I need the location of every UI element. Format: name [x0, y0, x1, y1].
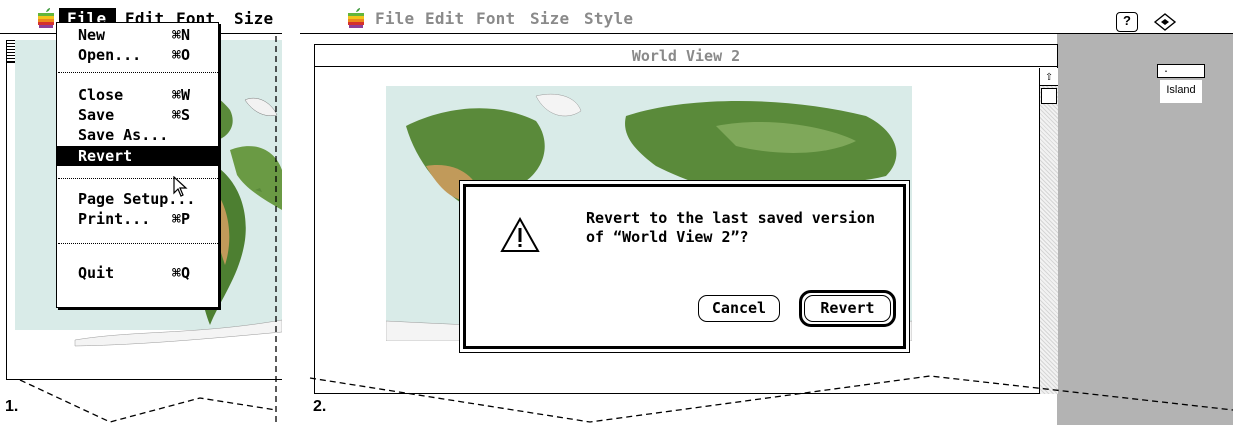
menu-style[interactable]: Style: [584, 9, 633, 28]
app-icon[interactable]: [1152, 11, 1178, 33]
step-label: 1.: [5, 398, 19, 415]
menu-font[interactable]: Font: [476, 9, 515, 28]
side-pane: [1057, 34, 1233, 425]
revert-button[interactable]: Revert: [804, 295, 891, 322]
revert-confirmation-dialog: Revert to the last saved version of “Wor…: [459, 180, 910, 353]
scroll-up-arrow-icon[interactable]: ⇧: [1040, 68, 1058, 86]
cancel-button[interactable]: Cancel: [698, 295, 780, 322]
menu-edit[interactable]: Edit: [425, 9, 464, 28]
menu-bar: File Edit Font Size Style ?: [300, 4, 1233, 34]
dialog-message-line-1: Revert to the last saved version: [586, 209, 875, 227]
island-field[interactable]: .: [1157, 64, 1205, 78]
menu-item-print[interactable]: Print... ⌘P: [57, 209, 218, 229]
menu-item-page-setup[interactable]: Page Setup...: [57, 189, 218, 209]
menu-item-revert[interactable]: Revert: [57, 146, 218, 166]
cursor-icon: [173, 176, 188, 197]
file-menu-dropdown: New ⌘N Open... ⌘O Close ⌘W Save ⌘S Save As..…: [56, 22, 219, 308]
menu-size[interactable]: Size: [234, 9, 273, 28]
menu-size[interactable]: Size: [530, 9, 569, 28]
dialog-message: Revert to the last saved version of “Wor…: [586, 209, 906, 247]
menu-separator: [58, 72, 218, 73]
help-icon[interactable]: ?: [1116, 12, 1138, 32]
menu-item-save-as[interactable]: Save As...: [57, 125, 218, 145]
step-2-panel: File Edit Font Size Style ? . Island Wor…: [300, 0, 1233, 425]
menu-file[interactable]: File: [375, 9, 414, 28]
vertical-scrollbar[interactable]: ⇧: [1039, 68, 1058, 394]
menu-separator: [58, 178, 218, 179]
step-label: 2.: [313, 398, 327, 415]
warning-icon: [500, 217, 540, 252]
menu-item-open[interactable]: Open... ⌘O: [57, 45, 218, 65]
menu-separator: [58, 243, 218, 244]
step-1-panel: File Edit Font Size New ⌘N Open... ⌘O Clos…: [0, 0, 282, 425]
apple-icon[interactable]: [346, 7, 366, 29]
menu-item-quit[interactable]: Quit ⌘Q: [57, 263, 218, 283]
menu-item-new[interactable]: New ⌘N: [57, 25, 218, 45]
island-label: Island: [1160, 80, 1202, 103]
scroll-thumb[interactable]: [1041, 88, 1057, 104]
window-title[interactable]: World View 2: [315, 45, 1057, 67]
dialog-message-line-2: of “World View 2”?: [586, 228, 749, 246]
menu-item-save[interactable]: Save ⌘S: [57, 105, 218, 125]
menu-item-close[interactable]: Close ⌘W: [57, 85, 218, 105]
apple-icon[interactable]: [36, 7, 56, 29]
